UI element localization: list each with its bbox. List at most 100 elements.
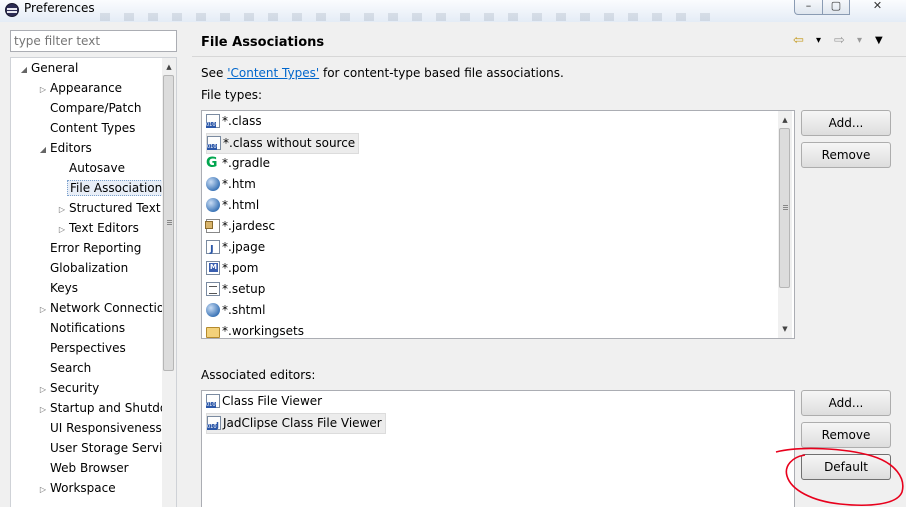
setup-file-icon <box>206 282 220 296</box>
tree-item[interactable]: Web Browser <box>11 458 163 478</box>
file-type-row[interactable]: *.jardesc <box>205 217 276 238</box>
filter-input[interactable] <box>10 30 177 52</box>
editor-row[interactable]: JadClipse Class File Viewer <box>206 413 386 435</box>
tree-item[interactable]: Search <box>11 358 163 378</box>
scroll-up-arrow-icon[interactable]: ▲ <box>162 60 176 74</box>
file-type-label: *.pom <box>222 261 259 275</box>
tree-item[interactable]: UI Responsiveness <box>11 418 163 438</box>
back-arrow-icon[interactable]: ⇦ <box>793 33 804 49</box>
collapsed-arrow-icon[interactable]: ▷ <box>38 300 48 318</box>
file-type-row[interactable]: *.html <box>206 196 259 217</box>
tree-item-label: Search <box>50 361 92 375</box>
editor-default-button[interactable]: Default <box>801 454 891 480</box>
tree-item[interactable]: File Associations <box>11 178 163 198</box>
expanded-arrow-icon[interactable]: ◢ <box>38 140 48 158</box>
collapsed-arrow-icon[interactable]: ▷ <box>38 80 48 98</box>
tree-item-label: Web Browser <box>50 461 129 475</box>
file-type-row[interactable]: *.shtml <box>206 301 265 322</box>
tree-item[interactable]: Error Reporting <box>11 238 163 258</box>
scroll-up-arrow-icon[interactable]: ▲ <box>778 113 792 127</box>
scroll-down-arrow-icon[interactable]: ▼ <box>778 322 792 336</box>
file-types-list[interactable]: *.class *.class without source *.gradle *.h… <box>201 110 795 339</box>
collapsed-arrow-icon[interactable]: ▷ <box>38 380 48 398</box>
editor-remove-button[interactable]: Remove <box>801 422 891 448</box>
tree-item[interactable]: ▷Network Connections <box>11 298 163 318</box>
file-type-row[interactable]: *.pom <box>206 259 258 280</box>
file-type-label: *.html <box>222 198 260 212</box>
tree-item[interactable]: Content Types <box>11 118 163 138</box>
preference-tree[interactable]: ◢ General ▷ Appearance Compare/Patch Content … <box>10 57 177 507</box>
editor-label: Class File Viewer <box>222 394 323 408</box>
tree-item-label: UI Responsiveness <box>50 421 162 435</box>
forward-arrow-icon[interactable]: ⇨ <box>834 33 845 49</box>
maximize-icon: ▢ <box>830 0 842 12</box>
tree-item[interactable]: Globalization <box>11 258 163 278</box>
tree-scroll-thumb[interactable] <box>163 75 174 371</box>
back-dropdown-icon[interactable]: ▾ <box>816 33 821 49</box>
tree-item[interactable]: Notifications <box>11 318 163 338</box>
tree-item[interactable]: ◢ General <box>11 58 163 78</box>
file-type-label: *.workingsets <box>222 324 305 338</box>
tree-item[interactable]: ▷ Security <box>11 378 163 398</box>
tree-item[interactable]: ▷ Text Editors <box>11 218 163 238</box>
tree-item[interactable]: User Storage Service <box>11 438 163 458</box>
tree-item-label: Globalization <box>50 261 129 275</box>
tree-item-label: Notifications <box>50 321 126 335</box>
globe-icon <box>206 177 220 191</box>
associated-editors-label: Associated editors: <box>201 368 316 382</box>
view-menu-icon[interactable]: ▼ <box>875 33 883 49</box>
eclipse-icon <box>5 3 19 17</box>
tree-item[interactable]: ◢ Editors <box>11 138 163 158</box>
tree-item[interactable]: ▷ Structured Text <box>11 198 163 218</box>
file-type-row[interactable]: *.gradle <box>206 154 270 175</box>
close-icon: ✕ <box>872 0 883 12</box>
editor-add-button[interactable]: Add... <box>801 390 891 416</box>
tree-item[interactable]: ▷ Workspace <box>11 478 163 498</box>
collapsed-arrow-icon[interactable]: ▷ <box>57 220 67 238</box>
file-type-row[interactable]: *.class <box>206 112 262 133</box>
file-type-add-button[interactable]: Add... <box>801 110 891 136</box>
tree-item-label: Editors <box>50 141 92 155</box>
jar-desc-icon <box>205 219 220 233</box>
tree-scrollbar[interactable]: ▲ <box>162 58 176 507</box>
forward-dropdown-icon[interactable]: ▾ <box>857 33 862 49</box>
class-file-icon <box>207 136 221 150</box>
file-type-row[interactable]: *.workingsets <box>206 322 305 338</box>
minimize-button[interactable]: – <box>794 0 823 15</box>
content-types-link[interactable]: 'Content Types' <box>227 66 319 80</box>
file-type-row[interactable]: *.htm <box>206 175 256 196</box>
file-type-row[interactable]: *.setup <box>206 280 265 301</box>
tree-item[interactable]: Autosave <box>11 158 163 178</box>
tree-item[interactable]: Perspectives <box>11 338 163 358</box>
page-title: File Associations <box>201 35 325 50</box>
associated-editors-list[interactable]: Class File Viewer JadClipse Class File Vi… <box>201 390 795 507</box>
grip-icon <box>783 205 788 211</box>
maximize-button[interactable]: ▢ <box>822 0 850 15</box>
page-description: See 'Content Types' for content-type bas… <box>201 66 564 80</box>
file-type-row[interactable]: *.class without source <box>206 133 360 154</box>
tree-item-label: Content Types <box>50 121 136 135</box>
editor-row[interactable]: Class File Viewer <box>206 392 322 413</box>
tree-item-label: Workspace <box>50 481 116 495</box>
collapsed-arrow-icon[interactable]: ▷ <box>38 400 48 418</box>
file-type-label: *.jardesc <box>222 219 276 233</box>
expanded-arrow-icon[interactable]: ◢ <box>19 60 29 78</box>
file-type-remove-button[interactable]: Remove <box>801 142 891 168</box>
file-type-label: *.jpage <box>222 240 266 254</box>
tree-item[interactable]: ▷Startup and Shutdown <box>11 398 163 418</box>
tree-item[interactable]: Compare/Patch <box>11 98 163 118</box>
file-types-scrollbar[interactable]: ▲ ▼ <box>778 111 792 338</box>
minimize-icon: – <box>805 0 812 12</box>
file-type-label: *.class without source <box>223 136 356 150</box>
collapsed-arrow-icon[interactable]: ▷ <box>38 480 48 498</box>
tree-item-label: Startup and Shutdown <box>50 401 163 415</box>
collapsed-arrow-icon[interactable]: ▷ <box>57 200 67 218</box>
tree-item-label: Keys <box>50 281 79 295</box>
tree-item[interactable]: Keys <box>11 278 163 298</box>
tree-item[interactable]: ▷ Appearance <box>11 78 163 98</box>
file-types-scroll-thumb[interactable] <box>779 128 790 288</box>
file-type-row[interactable]: *.jpage <box>206 238 265 259</box>
tree-item-label: Text Editors <box>69 221 139 235</box>
close-button[interactable]: ✕ <box>849 0 906 15</box>
tree-item-label: Compare/Patch <box>50 101 142 115</box>
